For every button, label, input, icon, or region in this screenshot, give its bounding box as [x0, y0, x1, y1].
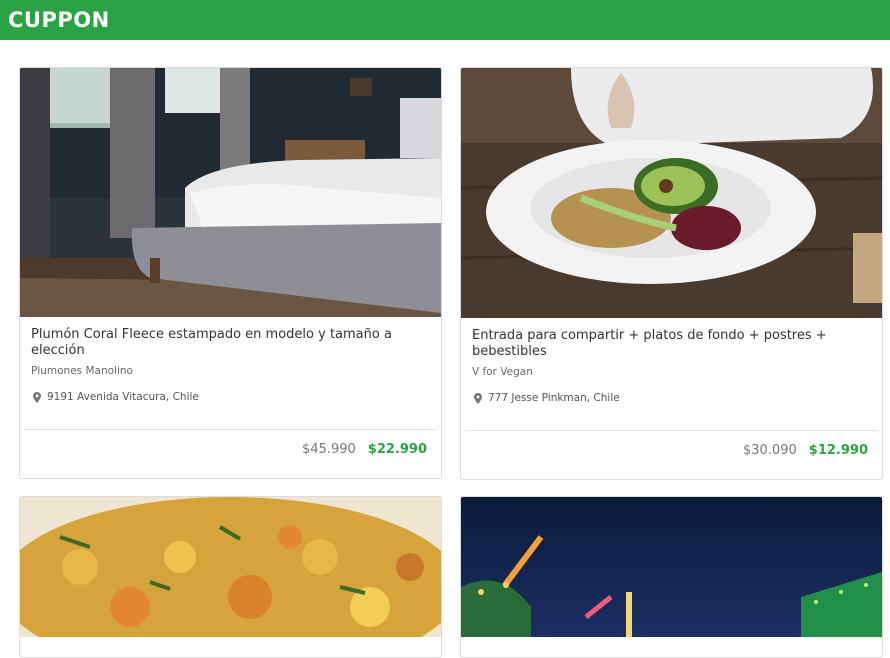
cuppon-logo[interactable]: CUPPON — [8, 8, 110, 32]
vegan-salad-photo[interactable] — [461, 68, 882, 318]
price-row: $45.990 $22.990 — [302, 442, 427, 457]
top-bar: CUPPON — [0, 0, 890, 40]
map-pin-icon — [33, 391, 41, 403]
deal-card-restaurant[interactable]: Entrada para compartir + platos de fondo… — [460, 67, 883, 480]
map-pin-icon — [474, 392, 482, 404]
merchant-name: Plumones Manolino — [31, 365, 133, 377]
divider — [465, 430, 878, 431]
deal-card-amusement-park[interactable] — [460, 496, 883, 658]
discount-price: $12.990 — [808, 443, 868, 458]
location-text: 777 Jesse Pinkman, Chile — [488, 392, 620, 404]
divider — [24, 429, 437, 430]
deal-card-bedding[interactable]: Plumón Coral Fleece estampado en modelo … — [19, 67, 442, 479]
location-text: 9191 Avenida Vitacura, Chile — [47, 391, 199, 403]
deal-title[interactable]: Entrada para compartir + platos de fondo… — [472, 328, 872, 360]
discount-price: $22.990 — [367, 442, 427, 457]
merchant-name: V for Vegan — [472, 366, 533, 378]
original-price: $45.990 — [302, 442, 356, 457]
location: 9191 Avenida Vitacura, Chile — [33, 391, 199, 403]
price-row: $30.090 $12.990 — [743, 443, 868, 458]
location: 777 Jesse Pinkman, Chile — [474, 392, 620, 404]
amusement-park-night-photo[interactable] — [461, 497, 882, 637]
original-price: $30.090 — [743, 443, 797, 458]
deal-title[interactable]: Plumón Coral Fleece estampado en modelo … — [31, 327, 431, 359]
bedroom-photo[interactable] — [20, 68, 441, 317]
vegetable-stew-photo[interactable] — [20, 497, 441, 637]
deal-card-stew[interactable] — [19, 496, 442, 658]
